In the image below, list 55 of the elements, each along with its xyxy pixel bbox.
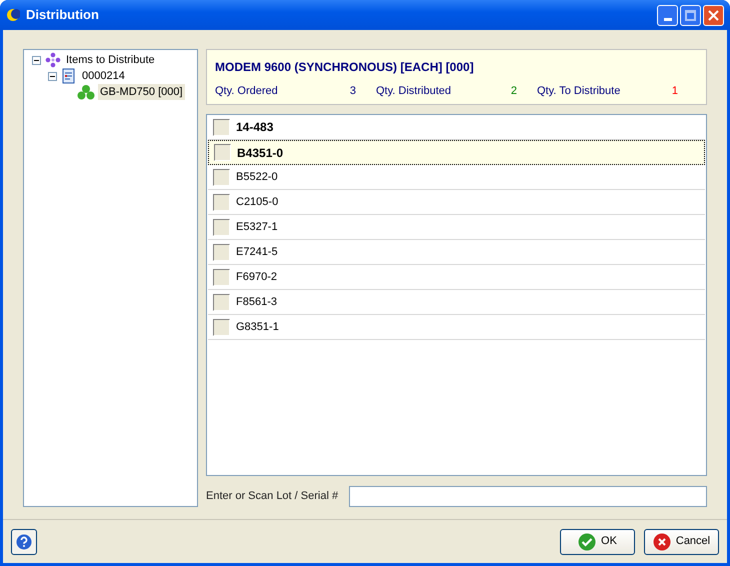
item-title: MODEM 9600 (SYNCHRONOUS) [EACH] [000] [215,59,475,76]
row-checkbox[interactable] [214,144,231,161]
close-button[interactable] [703,4,724,26]
quantity-label: Qty. Distributed [376,84,451,99]
lot-row[interactable]: B4351-0 [208,140,705,165]
lot-row[interactable]: F8561-3 [208,290,705,315]
row-checkbox[interactable] [213,318,230,336]
lot-number: B4351-0 [237,144,284,162]
lot-row[interactable]: F6970-2 [208,265,705,290]
lot-row[interactable]: E5327-1 [208,215,705,240]
lot-row[interactable]: E7241-5 [208,240,705,265]
quantity-label: Qty. To Distribute [537,84,620,99]
row-checkbox[interactable] [213,194,230,210]
close-icon [708,10,719,20]
lot-row[interactable]: G8351-1 [208,315,705,340]
cross-dots-icon [45,52,61,68]
lot-number: E7241-5 [236,244,278,260]
tree-item[interactable]: GB-MD750 [000] [98,84,185,100]
check-icon [578,532,596,550]
lot-number: 14-483 [236,119,274,136]
cancel-button[interactable]: Cancel [644,528,719,554]
collapse-toggle[interactable] [32,56,41,64]
lot-number: C2105-0 [236,194,278,210]
minimize-button[interactable] [657,4,678,26]
row-checkbox[interactable] [213,218,230,236]
help-button[interactable] [11,528,37,554]
tree-item[interactable]: Items to Distribute [64,52,157,68]
lot-number: F8561-3 [236,294,277,310]
lot-number: E5327-1 [236,220,278,235]
row-checkbox[interactable] [213,118,230,136]
quantity-value: 3 [350,84,356,99]
row-checkbox[interactable] [213,294,230,310]
lot-number: B5522-0 [236,170,278,185]
window-title: Distribution [26,6,99,24]
row-checkbox[interactable] [213,244,230,260]
collapse-toggle[interactable] [48,72,57,80]
scan-label: Enter or Scan Lot / Serial # [206,488,340,504]
quantity-value: 2 [510,84,517,99]
lot-row[interactable]: C2105-0 [208,190,705,215]
maximize-button[interactable] [680,4,701,26]
row-checkbox[interactable] [213,268,230,286]
lot-number: F6970-2 [236,270,277,285]
quantity-label: Qty. Ordered [215,84,278,99]
help-icon [16,534,32,550]
row-checkbox[interactable] [213,168,230,186]
tree-item[interactable]: 0000214 [80,68,127,84]
quantity-value: 1 [672,84,678,99]
moon-icon [6,8,20,22]
cancel-icon [652,532,671,550]
document-icon [61,68,77,84]
lot-serial-field[interactable] [349,486,707,506]
product-group-icon [77,84,95,100]
ok-button[interactable]: OK [560,528,635,554]
lot-row[interactable]: B5522-0 [208,165,705,190]
lot-number: G8351-1 [236,320,279,335]
